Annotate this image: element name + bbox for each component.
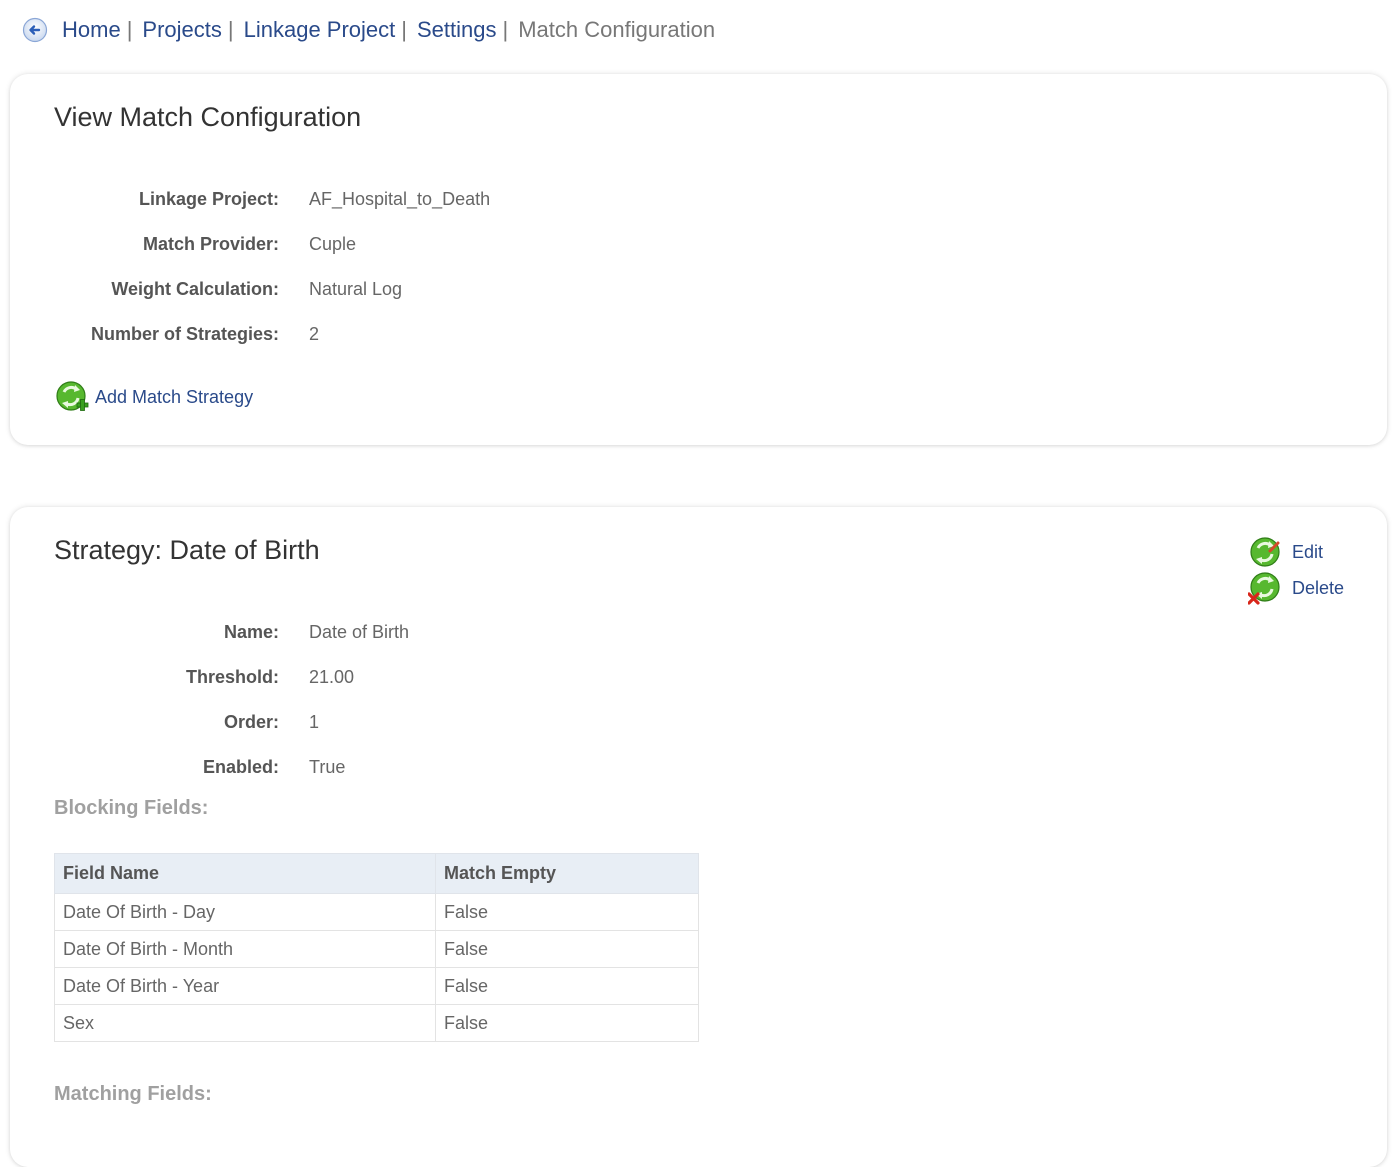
breadcrumb-current: Match Configuration xyxy=(518,17,716,42)
detail-row-order: Order: 1 xyxy=(10,700,409,745)
detail-value: 1 xyxy=(309,712,320,732)
detail-value: Cuple xyxy=(309,234,357,254)
detail-label: Linkage Project: xyxy=(138,189,279,209)
match-configuration-card: View Match Configuration Linkage Project… xyxy=(10,74,1387,445)
field-name-cell: Date Of Birth - Day xyxy=(54,893,436,931)
breadcrumb-settings-link[interactable]: Settings xyxy=(417,17,497,43)
detail-label: Number of Strategies: xyxy=(90,324,279,344)
recycle-add-icon xyxy=(56,381,89,411)
detail-label: Order: xyxy=(223,712,279,732)
column-header-field-name: Field Name xyxy=(54,853,436,894)
strategy-title: Strategy: Date of Birth xyxy=(54,535,320,565)
detail-row-threshold: Threshold: 21.00 xyxy=(10,655,409,700)
table-row: Sex False xyxy=(54,1004,699,1042)
blocking-fields-table: Field Name Match Empty Date Of Birth - D… xyxy=(54,853,699,1042)
breadcrumb-separator: | xyxy=(401,17,407,42)
detail-row-weight-calculation: Weight Calculation: Natural Log xyxy=(10,267,490,312)
detail-label: Name: xyxy=(223,622,279,642)
config-details: Linkage Project: AF_Hospital_to_Death Ma… xyxy=(10,177,490,357)
edit-strategy-link[interactable]: Edit xyxy=(1248,535,1323,569)
strategy-details: Name: Date of Birth Threshold: 21.00 Ord… xyxy=(10,610,409,790)
detail-value: Date of Birth xyxy=(309,622,410,642)
detail-row-number-of-strategies: Number of Strategies: 2 xyxy=(10,312,490,357)
detail-value: 21.00 xyxy=(309,667,355,687)
match-empty-cell: False xyxy=(435,893,699,931)
recycle-delete-icon xyxy=(1248,572,1280,605)
detail-row-linkage-project: Linkage Project: AF_Hospital_to_Death xyxy=(10,177,490,222)
add-match-strategy-label: Add Match Strategy xyxy=(95,386,254,407)
breadcrumb-linkage-project-link[interactable]: Linkage Project xyxy=(244,17,396,43)
table-row: Date Of Birth - Year False xyxy=(54,967,699,1005)
edit-label: Edit xyxy=(1292,541,1324,562)
breadcrumb-separator: | xyxy=(227,17,234,42)
detail-label: Threshold: xyxy=(186,667,279,687)
strategy-card: Strategy: Date of Birth Edit Delete Name… xyxy=(10,507,1387,1167)
breadcrumb-separator: | xyxy=(502,17,509,42)
detail-label: Enabled: xyxy=(202,757,279,777)
table-header-row: Field Name Match Empty xyxy=(54,853,699,894)
match-empty-cell: False xyxy=(435,930,699,968)
breadcrumb-projects-link[interactable]: Projects xyxy=(142,17,221,43)
detail-value: Natural Log xyxy=(309,279,403,299)
detail-row-name: Name: Date of Birth xyxy=(10,610,409,655)
field-name-cell: Date Of Birth - Month xyxy=(54,930,436,968)
column-header-match-empty: Match Empty xyxy=(435,853,699,894)
detail-row-enabled: Enabled: True xyxy=(10,745,409,790)
breadcrumb: Home | Projects | Linkage Project | Sett… xyxy=(22,14,715,46)
field-name-cell: Sex xyxy=(54,1004,436,1042)
add-match-strategy-link[interactable]: Add Match Strategy xyxy=(55,380,253,414)
match-empty-cell: False xyxy=(435,1004,699,1042)
back-arrow-circle-icon[interactable] xyxy=(22,17,48,43)
table-row: Date Of Birth - Month False xyxy=(54,930,699,968)
field-name-cell: Date Of Birth - Year xyxy=(54,967,436,1005)
recycle-edit-icon xyxy=(1250,537,1280,567)
detail-value: True xyxy=(309,757,346,777)
detail-value: 2 xyxy=(309,324,320,344)
table-row: Date Of Birth - Day False xyxy=(54,893,699,931)
breadcrumb-separator: | xyxy=(126,17,133,42)
config-title: View Match Configuration xyxy=(54,102,362,132)
match-empty-cell: False xyxy=(435,967,699,1005)
detail-label: Match Provider: xyxy=(142,234,279,254)
delete-strategy-link[interactable]: Delete xyxy=(1248,571,1344,605)
matching-fields-heading: Matching Fields: xyxy=(54,1083,212,1105)
detail-row-match-provider: Match Provider: Cuple xyxy=(10,222,490,267)
delete-label: Delete xyxy=(1292,577,1345,598)
detail-value: AF_Hospital_to_Death xyxy=(309,189,491,209)
blocking-fields-heading: Blocking Fields: xyxy=(54,797,209,819)
detail-label: Weight Calculation: xyxy=(111,279,279,299)
breadcrumb-home-link[interactable]: Home xyxy=(62,17,121,43)
